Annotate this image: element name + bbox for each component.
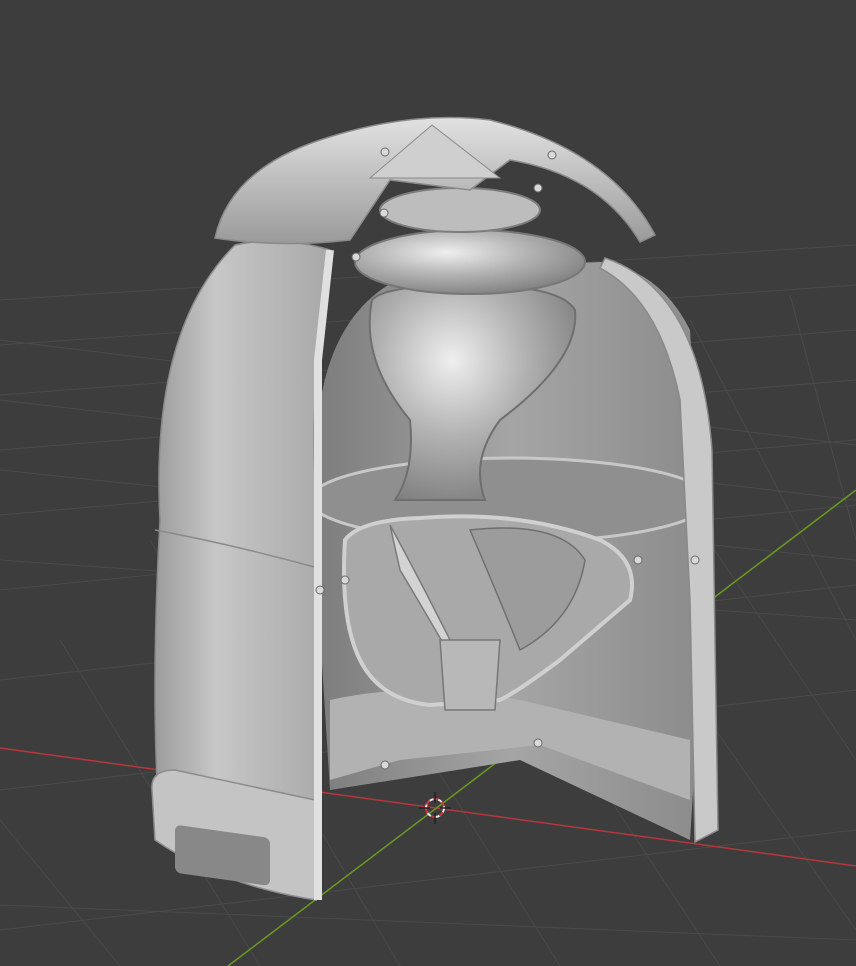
viewport-canvas[interactable]: [0, 0, 856, 966]
neck-ring: [379, 187, 541, 233]
top-torus: [354, 229, 586, 295]
turbine-cutaway-model[interactable]: [151, 116, 719, 901]
impeller-hub: [439, 639, 501, 711]
3d-viewport[interactable]: [0, 0, 856, 966]
